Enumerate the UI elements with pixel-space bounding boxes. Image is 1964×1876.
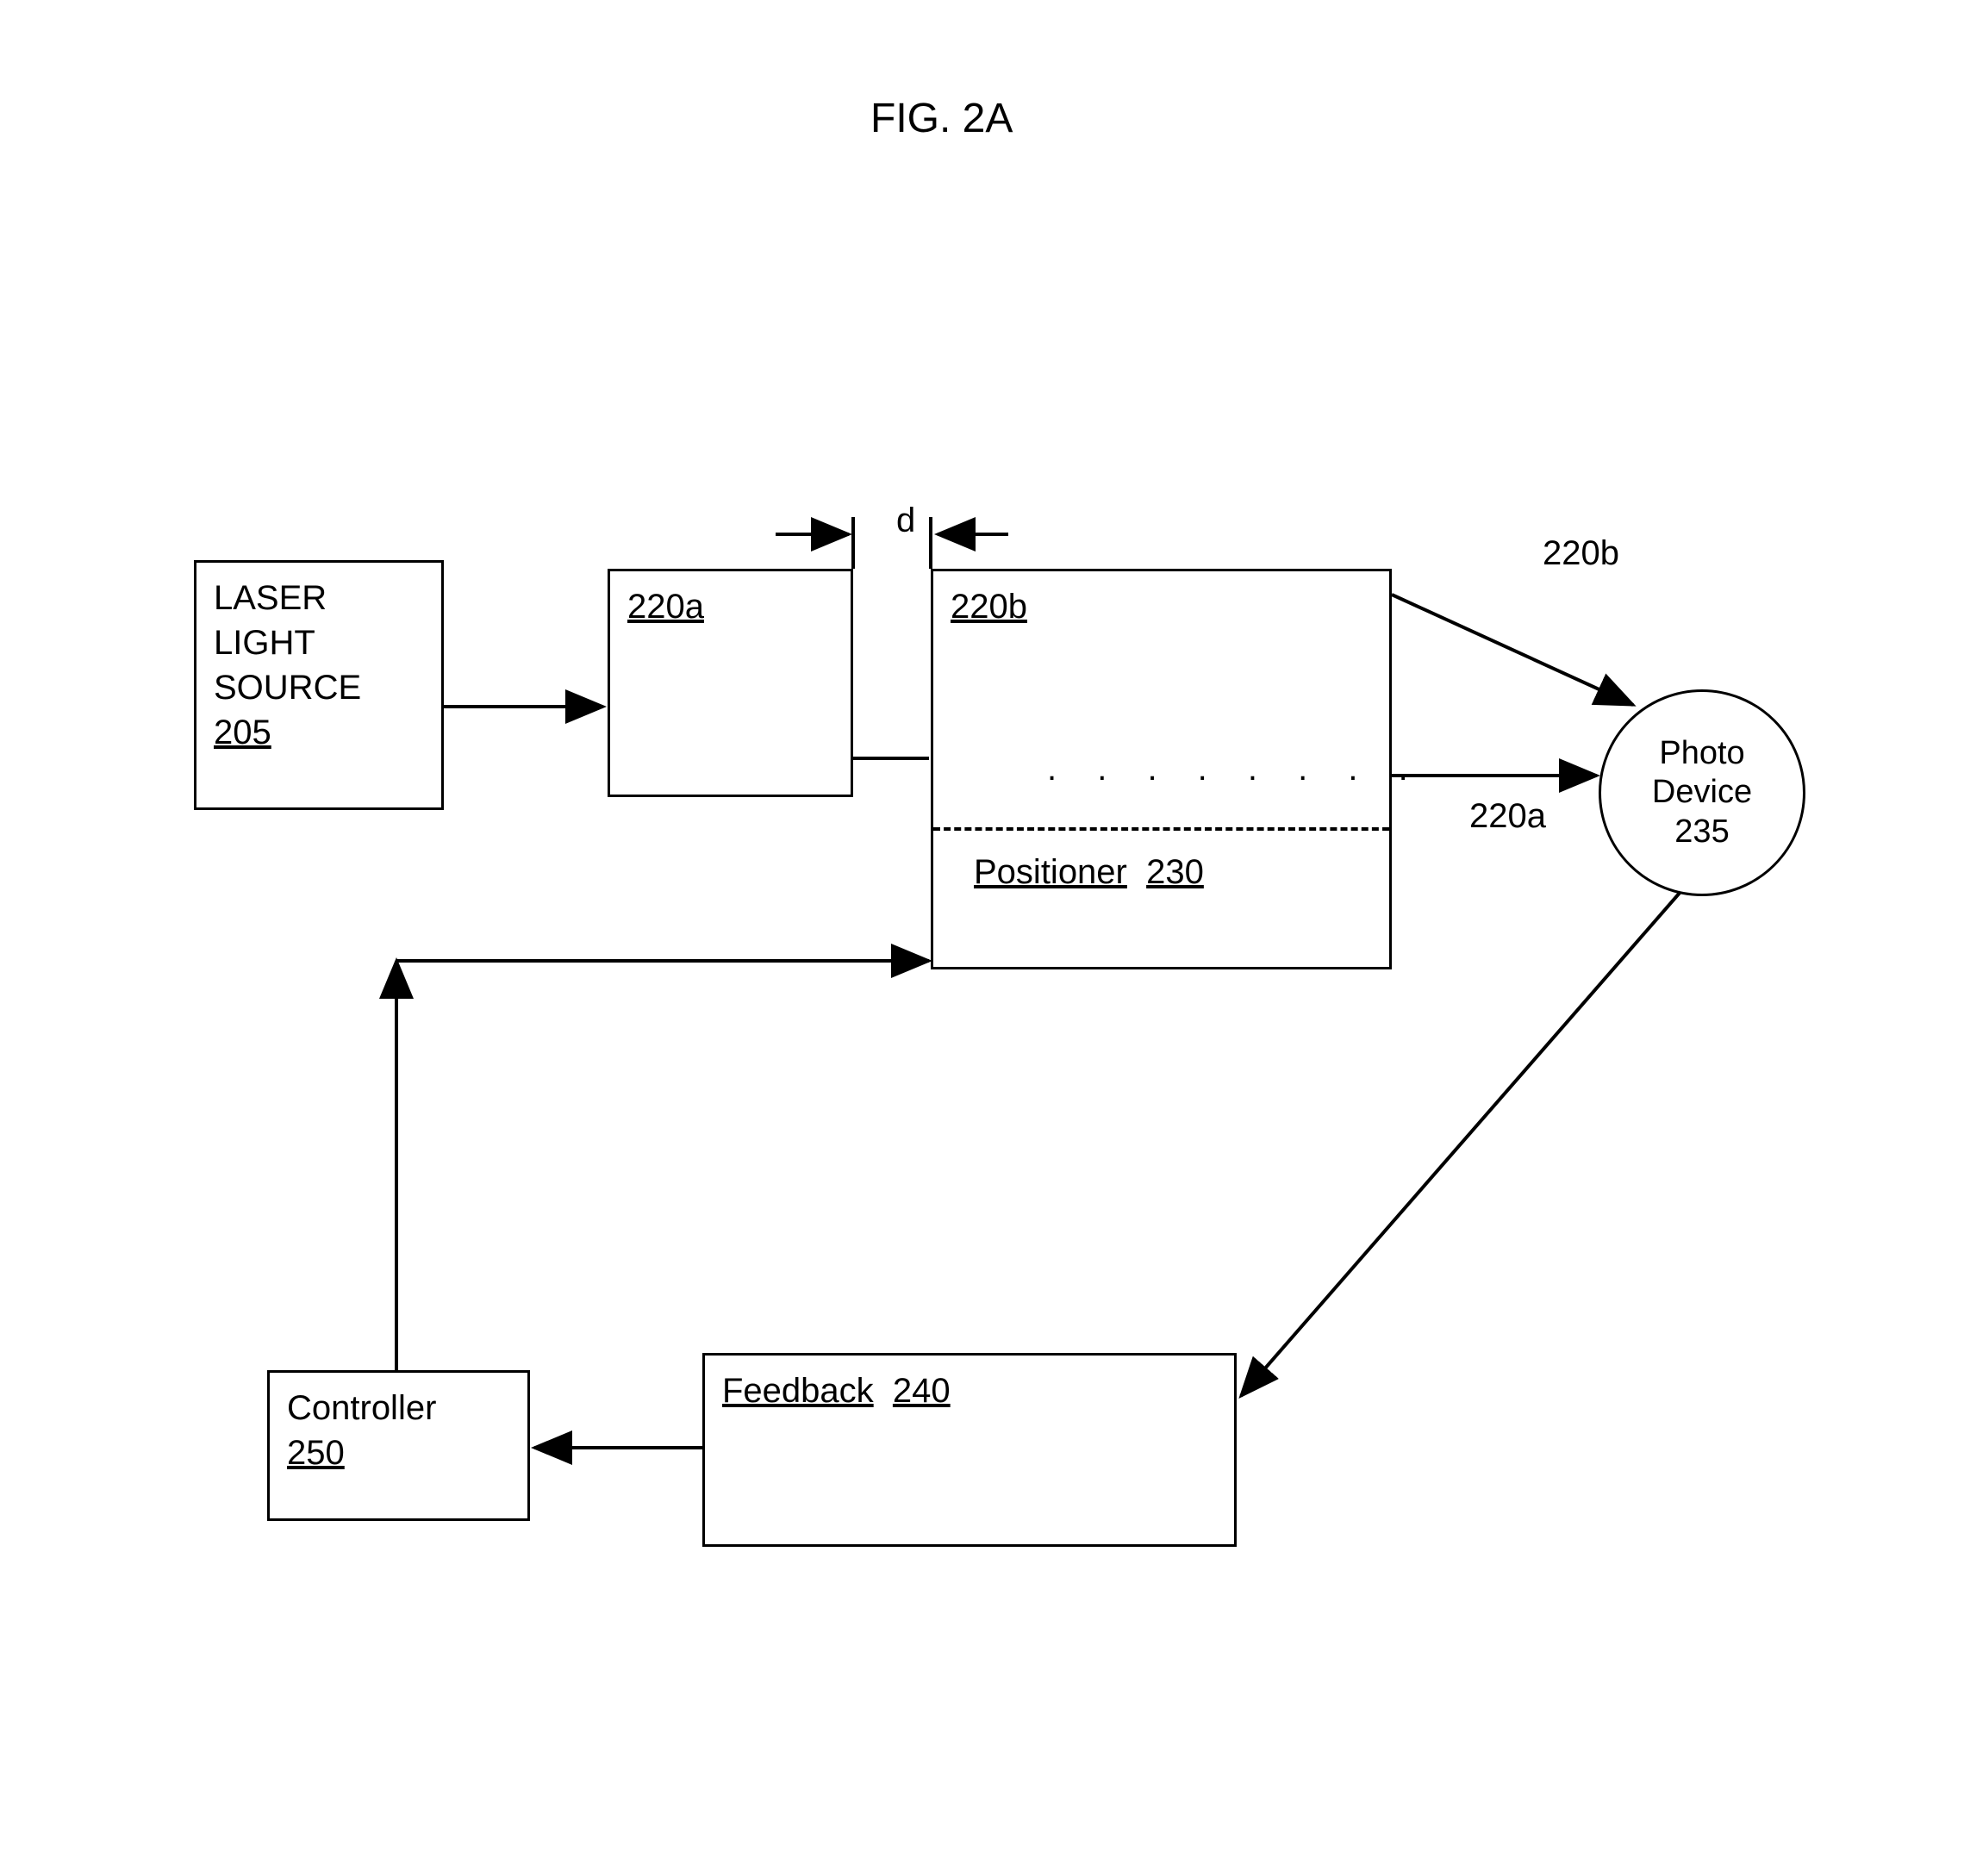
block-220a: 220a [608, 569, 853, 797]
block-photo-device: Photo Device 235 [1599, 689, 1805, 896]
dots-indicator: . . . . . . . . [1047, 750, 1424, 788]
positioner-label: Positioner 230 [974, 853, 1204, 892]
dashed-divider [933, 827, 1389, 831]
label-out-220a: 220a [1469, 797, 1546, 836]
block-controller: Controller 250 [267, 1370, 530, 1521]
block-220b-ref: 220b [951, 584, 1372, 629]
arrow-220b-top-to-photo [1392, 595, 1633, 705]
photo-device-text: Photo Device 235 [1652, 734, 1752, 852]
laser-ref: 205 [214, 710, 424, 755]
block-220a-ref: 220a [627, 584, 833, 629]
label-out-220b: 220b [1543, 534, 1619, 573]
laser-line3: SOURCE [214, 665, 424, 710]
block-feedback: Feedback 240 [702, 1353, 1237, 1547]
label-d: d [896, 502, 915, 540]
controller-label: Controller [287, 1386, 510, 1430]
laser-line1: LASER [214, 576, 424, 620]
block-laser-source: LASER LIGHT SOURCE 205 [194, 560, 444, 810]
feedback-label: Feedback 240 [722, 1368, 1217, 1413]
controller-ref: 250 [287, 1430, 510, 1475]
laser-line2: LIGHT [214, 620, 424, 665]
figure-title: FIG. 2A [870, 95, 1013, 142]
